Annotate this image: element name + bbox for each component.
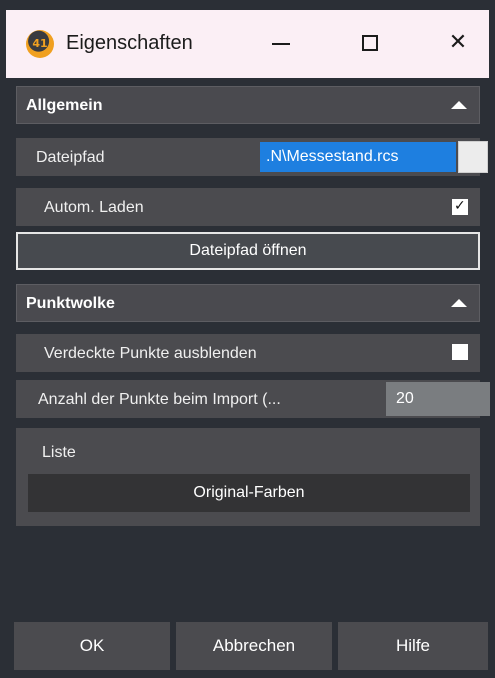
close-button[interactable]: ✕ (438, 26, 478, 60)
open-filepath-button[interactable]: Dateipfad öffnen (16, 232, 480, 270)
import-count-row: Anzahl der Punkte beim Import (... 20 (16, 380, 490, 418)
checkmark-icon: ✓ (454, 198, 466, 214)
maximize-button[interactable] (350, 26, 390, 60)
hide-points-checkbox[interactable] (452, 344, 468, 360)
properties-dialog: 41 Eigenschaften ✕ Allgemein Dateipfad .… (0, 0, 495, 678)
collapse-icon[interactable] (451, 101, 467, 109)
section-title-general: Allgemein (26, 97, 103, 114)
list-item[interactable]: Original-Farben (28, 474, 470, 512)
help-button[interactable]: Hilfe (338, 622, 488, 670)
title-bar[interactable]: 41 Eigenschaften ✕ (6, 10, 489, 78)
autoload-checkbox[interactable]: ✓ (452, 198, 468, 215)
filepath-row: Dateipfad .N\Messestand.rcs (16, 138, 488, 176)
close-icon: ✕ (448, 30, 468, 55)
dialog-content: Allgemein Dateipfad .N\Messestand.rcs Au… (6, 78, 490, 678)
section-header-pointcloud[interactable]: Punktwolke (16, 284, 480, 322)
cancel-button[interactable]: Abbrechen (176, 622, 332, 670)
collapse-icon[interactable] (451, 299, 467, 307)
hide-points-label: Verdeckte Punkte ausblenden (44, 345, 257, 362)
autoload-row: Autom. Laden ✓ (16, 188, 480, 226)
hide-points-row: Verdeckte Punkte ausblenden (16, 334, 480, 372)
color-list-box: Liste Original-Farben (16, 428, 480, 526)
import-count-label: Anzahl der Punkte beim Import (... (38, 391, 281, 408)
section-title-pointcloud: Punktwolke (26, 295, 115, 312)
minimize-button[interactable] (262, 26, 302, 60)
filepath-label: Dateipfad (36, 149, 105, 166)
autoload-label: Autom. Laden (44, 199, 144, 216)
ok-button[interactable]: OK (14, 622, 170, 670)
minimize-icon (272, 43, 290, 45)
import-count-input[interactable]: 20 (386, 382, 490, 416)
filepath-input[interactable]: .N\Messestand.rcs (260, 142, 456, 172)
app-icon-label: 41 (32, 37, 48, 50)
maximize-icon (362, 35, 378, 51)
section-header-general[interactable]: Allgemein (16, 86, 480, 124)
list-label: Liste (42, 444, 76, 461)
filepath-browse-button[interactable] (458, 141, 488, 173)
window-title: Eigenschaften (66, 32, 193, 54)
app-icon: 41 (26, 30, 54, 58)
